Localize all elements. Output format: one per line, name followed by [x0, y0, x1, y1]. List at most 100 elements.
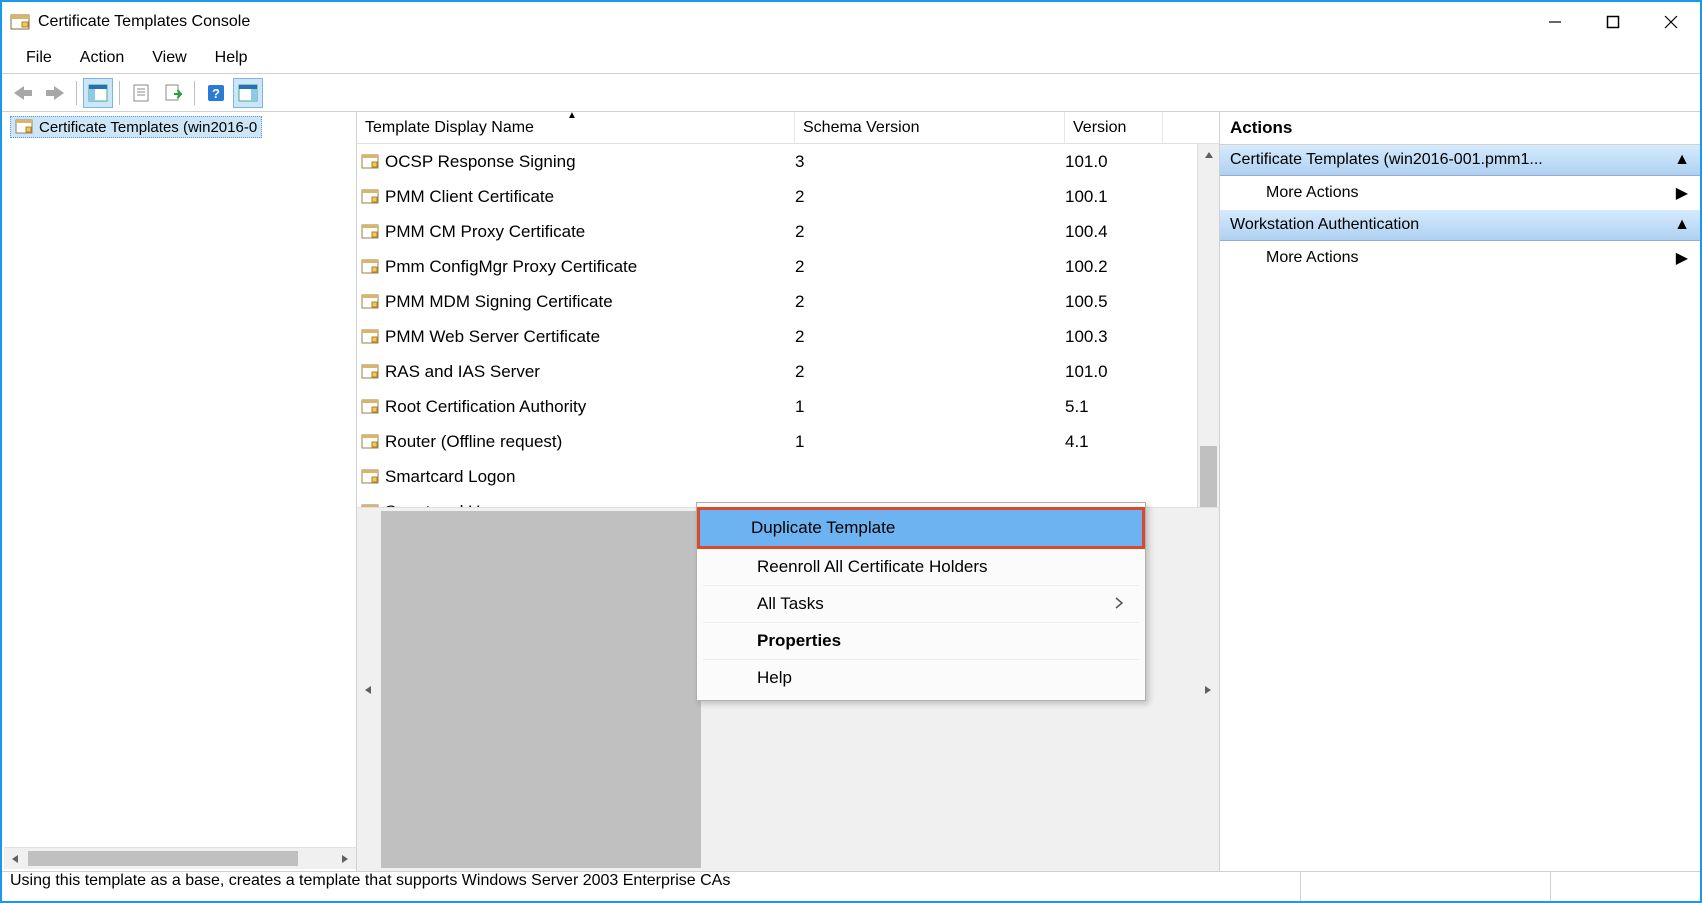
- scroll-right-arrow-icon[interactable]: [1197, 685, 1219, 695]
- template-name: Pmm ConfigMgr Proxy Certificate: [385, 257, 637, 277]
- version: 100.2: [1065, 257, 1163, 277]
- template-name: PMM Client Certificate: [385, 187, 554, 207]
- certificate-icon: [361, 258, 379, 276]
- list-body: OCSP Response Signing3101.0PMM Client Ce…: [357, 144, 1219, 507]
- chevron-right-icon: ▶: [1676, 183, 1688, 203]
- schema-version: 2: [795, 362, 1065, 382]
- table-row[interactable]: Router (Offline request)14.1: [357, 424, 1219, 459]
- version: 4.1: [1065, 432, 1163, 452]
- scroll-left-arrow-icon[interactable]: [4, 854, 26, 864]
- certificate-icon: [361, 188, 379, 206]
- version: 100.5: [1065, 292, 1163, 312]
- table-row[interactable]: OCSP Response Signing 3101.0: [357, 144, 1219, 179]
- version: 100.4: [1065, 222, 1163, 242]
- show-hide-tree-button[interactable]: [83, 78, 113, 108]
- certificate-icon: [361, 153, 379, 171]
- table-row[interactable]: PMM CM Proxy Certificate2100.4: [357, 214, 1219, 249]
- table-row[interactable]: Pmm ConfigMgr Proxy Certificate 2100.2: [357, 249, 1219, 284]
- certificate-icon: [15, 118, 33, 136]
- schema-version: 2: [795, 327, 1065, 347]
- template-name: PMM MDM Signing Certificate: [385, 292, 613, 312]
- minimize-button[interactable]: [1526, 2, 1584, 42]
- list-pane: Template Display Name ▲ Schema Version V…: [357, 112, 1220, 871]
- template-name: Smartcard Logon: [385, 467, 515, 487]
- scroll-left-arrow-icon[interactable]: [357, 685, 379, 695]
- actions-pane: Actions Certificate Templates (win2016-0…: [1220, 112, 1700, 871]
- certificate-icon: [361, 223, 379, 241]
- version: 5.1: [1065, 397, 1163, 417]
- ctx-reenroll[interactable]: Reenroll All Certificate Holders: [703, 549, 1139, 586]
- status-cell-3: [1550, 872, 1700, 901]
- template-name: OCSP Response Signing: [385, 152, 576, 172]
- show-hide-action-pane-button[interactable]: [233, 78, 263, 108]
- template-name: PMM CM Proxy Certificate: [385, 222, 585, 242]
- close-button[interactable]: [1642, 2, 1700, 42]
- menubar: File Action View Help: [2, 42, 1700, 74]
- schema-version: 3: [795, 152, 1065, 172]
- version: 101.0: [1065, 362, 1163, 382]
- table-row[interactable]: Root Certification Authority15.1: [357, 389, 1219, 424]
- certificate-icon: [361, 293, 379, 311]
- horizontal-scrollbar-tree[interactable]: [4, 847, 357, 869]
- scroll-right-arrow-icon[interactable]: [334, 854, 356, 864]
- maximize-button[interactable]: [1584, 2, 1642, 42]
- certificate-icon: [361, 328, 379, 346]
- template-name: Root Certification Authority: [385, 397, 586, 417]
- context-menu: Duplicate Template Reenroll All Certific…: [696, 502, 1146, 701]
- export-button[interactable]: [158, 78, 188, 108]
- version: 101.0: [1065, 152, 1163, 172]
- help-button[interactable]: ?: [201, 78, 231, 108]
- certificate-icon: [361, 398, 379, 416]
- vertical-scrollbar[interactable]: [1197, 144, 1219, 507]
- schema-version: 2: [795, 257, 1065, 277]
- action-more-actions-2[interactable]: More Actions ▶: [1220, 241, 1700, 275]
- table-row[interactable]: PMM Web Server Certificate 2100.3: [357, 319, 1219, 354]
- version: 100.1: [1065, 187, 1163, 207]
- collapse-arrow-icon: ▲: [1674, 216, 1690, 234]
- schema-version: 1: [795, 432, 1065, 452]
- action-more-actions-1[interactable]: More Actions ▶: [1220, 176, 1700, 210]
- tree-node-label: Certificate Templates (win2016-0: [39, 119, 257, 136]
- status-cell-2: [1300, 872, 1550, 901]
- scroll-up-arrow-icon[interactable]: [1198, 144, 1219, 166]
- tree-node-root[interactable]: Certificate Templates (win2016-0: [10, 116, 262, 138]
- toolbar: ?: [2, 74, 1700, 112]
- app-icon: [10, 12, 30, 32]
- forward-button[interactable]: [40, 78, 70, 108]
- menu-help[interactable]: Help: [201, 45, 262, 71]
- tree-pane: Certificate Templates (win2016-0: [2, 112, 357, 871]
- template-name: Smartcard User: [385, 502, 504, 508]
- ctx-help[interactable]: Help: [703, 660, 1139, 696]
- scroll-thumb[interactable]: [1200, 446, 1217, 507]
- version: 100.3: [1065, 327, 1163, 347]
- table-row[interactable]: Smartcard Logon: [357, 459, 1219, 494]
- table-row[interactable]: PMM MDM Signing Certificate2100.5: [357, 284, 1219, 319]
- actions-section-selected[interactable]: Workstation Authentication ▲: [1220, 210, 1700, 241]
- chevron-right-icon: [1115, 594, 1123, 614]
- back-button[interactable]: [8, 78, 38, 108]
- actions-title: Actions: [1220, 112, 1700, 145]
- menu-file[interactable]: File: [12, 45, 66, 71]
- template-name: PMM Web Server Certificate: [385, 327, 600, 347]
- ctx-all-tasks[interactable]: All Tasks: [703, 586, 1139, 623]
- properties-button[interactable]: [126, 78, 156, 108]
- hscroll-thumb[interactable]: [381, 511, 701, 868]
- certificate-icon: [361, 363, 379, 381]
- menu-action[interactable]: Action: [66, 45, 138, 71]
- ctx-properties[interactable]: Properties: [703, 623, 1139, 660]
- collapse-arrow-icon: ▲: [1674, 151, 1690, 169]
- column-template-name[interactable]: Template Display Name ▲: [357, 112, 795, 143]
- svg-text:?: ?: [212, 86, 220, 101]
- template-name: RAS and IAS Server: [385, 362, 540, 382]
- column-schema-version[interactable]: Schema Version: [795, 112, 1065, 143]
- menu-view[interactable]: View: [138, 45, 200, 71]
- ctx-duplicate-template[interactable]: Duplicate Template: [697, 507, 1145, 549]
- schema-version: 2: [795, 187, 1065, 207]
- window-title: Certificate Templates Console: [38, 13, 1526, 31]
- actions-section-templates[interactable]: Certificate Templates (win2016-001.pmm1.…: [1220, 145, 1700, 176]
- hscroll-thumb[interactable]: [28, 851, 298, 866]
- list-header: Template Display Name ▲ Schema Version V…: [357, 112, 1219, 144]
- table-row[interactable]: RAS and IAS Server 2101.0: [357, 354, 1219, 389]
- column-version[interactable]: Version: [1065, 112, 1163, 143]
- table-row[interactable]: PMM Client Certificate 2100.1: [357, 179, 1219, 214]
